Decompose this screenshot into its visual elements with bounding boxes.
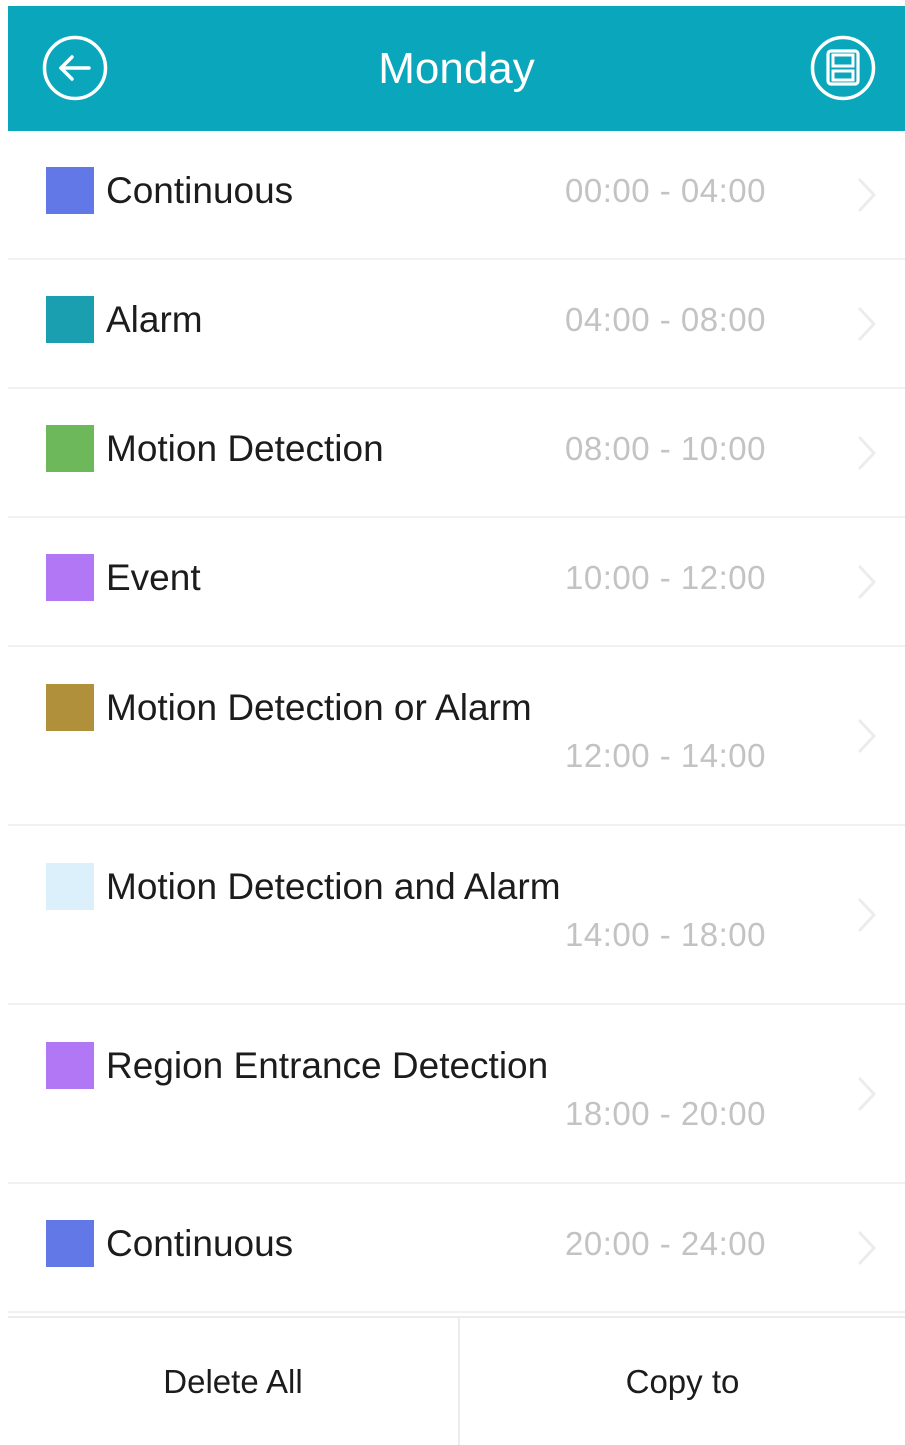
chevron-right-icon <box>856 718 878 754</box>
header-bar: Monday <box>8 6 905 131</box>
schedule-row[interactable]: Continuous 20:00 - 24:00 <box>8 1184 905 1313</box>
recording-type-label: Continuous <box>106 170 294 211</box>
time-range: 18:00 - 20:00 <box>565 1095 766 1132</box>
schedule-row[interactable]: Alarm 04:00 - 08:00 <box>8 260 905 389</box>
time-range: 10:00 - 12:00 <box>565 559 766 596</box>
recording-type-label: Continuous <box>106 1223 294 1264</box>
schedule-row[interactable]: Continuous 00:00 - 04:00 <box>8 131 905 260</box>
type-color-swatch <box>46 1220 94 1267</box>
chevron-right-icon <box>856 177 878 213</box>
type-color-swatch <box>46 554 94 601</box>
chevron-right-icon <box>856 564 878 600</box>
time-range: 04:00 - 08:00 <box>565 301 766 338</box>
type-color-swatch <box>46 296 94 343</box>
type-color-swatch <box>46 425 94 472</box>
schedule-row[interactable]: Region Entrance Detection 18:00 - 20:00 <box>8 1005 905 1184</box>
back-arrow-circle-icon <box>42 35 108 101</box>
schedule-row[interactable]: Motion Detection and Alarm 14:00 - 18:00 <box>8 826 905 1005</box>
recording-type-label: Motion Detection or Alarm <box>106 687 532 728</box>
type-color-swatch <box>46 684 94 731</box>
chevron-right-icon <box>856 897 878 933</box>
save-button[interactable] <box>810 35 876 101</box>
recording-type-label: Region Entrance Detection <box>106 1045 549 1086</box>
back-button[interactable] <box>42 35 108 101</box>
page-title: Monday <box>378 44 535 93</box>
time-range: 12:00 - 14:00 <box>565 737 766 774</box>
chevron-right-icon <box>856 435 878 471</box>
recording-type-label: Motion Detection <box>106 428 384 469</box>
type-color-swatch <box>46 863 94 910</box>
chevron-right-icon <box>856 1230 878 1266</box>
schedule-list: Continuous 00:00 - 04:00 Alarm 04:00 - 0… <box>8 131 905 1313</box>
recording-type-label: Motion Detection and Alarm <box>106 866 561 907</box>
schedule-row[interactable]: Motion Detection 08:00 - 10:00 <box>8 389 905 518</box>
recording-type-label: Alarm <box>106 299 203 340</box>
copy-to-button[interactable]: Copy to <box>460 1318 905 1445</box>
footer-bar: Delete All Copy to <box>8 1316 905 1445</box>
time-range: 14:00 - 18:00 <box>565 916 766 953</box>
recording-type-label: Event <box>106 557 201 598</box>
schedule-row[interactable]: Motion Detection or Alarm 12:00 - 14:00 <box>8 647 905 826</box>
delete-all-button[interactable]: Delete All <box>8 1318 458 1445</box>
time-range: 08:00 - 10:00 <box>565 430 766 467</box>
schedule-row[interactable]: Event 10:00 - 12:00 <box>8 518 905 647</box>
time-range: 00:00 - 04:00 <box>565 172 766 209</box>
schedule-screen: Monday Continuous 00:00 - 04:00 Alarm 04… <box>8 6 905 1445</box>
save-disk-icon <box>810 35 876 101</box>
chevron-right-icon <box>856 306 878 342</box>
chevron-right-icon <box>856 1076 878 1112</box>
time-range: 20:00 - 24:00 <box>565 1225 766 1262</box>
type-color-swatch <box>46 167 94 214</box>
type-color-swatch <box>46 1042 94 1089</box>
